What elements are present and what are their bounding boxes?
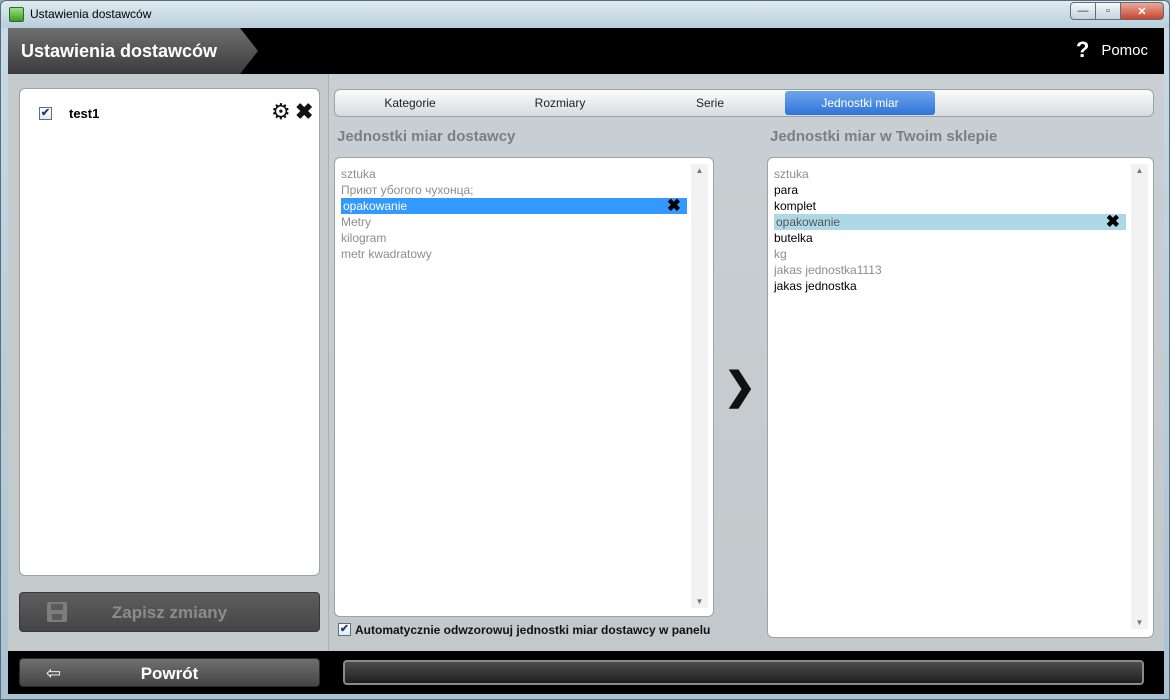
auto-map-label: Automatycznie odwzorowuj jednostki miar … bbox=[355, 623, 711, 637]
tab-kategorie[interactable]: Kategorie bbox=[335, 91, 485, 115]
back-button[interactable]: ⇦ Powrót bbox=[19, 658, 320, 687]
tab-serie[interactable]: Serie bbox=[635, 91, 785, 115]
supplier-checkbox[interactable]: ✔ bbox=[39, 107, 52, 120]
supplier-units-title: Jednostki miar dostawcy bbox=[337, 128, 516, 145]
list-item[interactable]: komplet bbox=[774, 198, 1126, 214]
scroll-down-icon[interactable]: ▼ bbox=[691, 597, 708, 606]
shop-units-title: Jednostki miar w Twoim sklepie bbox=[770, 128, 998, 145]
save-button[interactable]: Zapisz zmiany bbox=[19, 592, 320, 632]
list-item[interactable]: para bbox=[774, 182, 1126, 198]
scroll-up-icon[interactable]: ▲ bbox=[691, 166, 708, 175]
app-window: Ustawienia dostawców — ▫ ✕ Ustawienia do… bbox=[0, 0, 1170, 700]
help-button[interactable]: ? Pomoc bbox=[1075, 37, 1148, 62]
page-title: Ustawienia dostawców bbox=[21, 41, 218, 61]
list-item[interactable]: butelka bbox=[774, 230, 1126, 246]
auto-map-checkbox[interactable]: ✔ bbox=[338, 623, 351, 636]
scroll-down-icon[interactable]: ▼ bbox=[1131, 618, 1148, 627]
remove-icon[interactable]: ✖ bbox=[667, 197, 681, 214]
supplier-name: test1 bbox=[69, 106, 100, 121]
tab-jednostki-miar[interactable]: Jednostki miar bbox=[785, 91, 935, 115]
back-button-label: Powrót bbox=[140, 664, 199, 683]
header-title-tab: Ustawienia dostawców bbox=[8, 28, 258, 74]
list-item[interactable]: jakas jednostka bbox=[774, 278, 1126, 294]
progress-bar bbox=[343, 660, 1144, 685]
title-bar[interactable]: Ustawienia dostawców — ▫ ✕ bbox=[1, 1, 1169, 28]
save-button-label: Zapisz zmiany bbox=[111, 603, 228, 622]
scrollbar[interactable]: ▲ ▼ bbox=[1131, 164, 1148, 629]
maximize-button[interactable]: ▫ bbox=[1095, 2, 1121, 20]
mapping-pane: Kategorie Rozmiary Serie Jednostki miar … bbox=[328, 74, 1164, 651]
map-arrow-icon[interactable]: ❯ bbox=[724, 364, 756, 409]
list-item[interactable]: jakas jednostka1113 bbox=[774, 262, 1126, 278]
remove-icon[interactable]: ✖ bbox=[1106, 213, 1120, 230]
shop-units-list[interactable]: sztuka para komplet opakowanie ✖ butelka… bbox=[767, 157, 1154, 638]
scrollbar[interactable]: ▲ ▼ bbox=[691, 164, 708, 608]
header-bar: Ustawienia dostawców ? Pomoc bbox=[8, 28, 1164, 74]
app-icon bbox=[9, 7, 24, 22]
client-area: Ustawienia dostawców ? Pomoc ✔ test1 ⚙ ✖… bbox=[8, 28, 1164, 694]
gear-icon[interactable]: ⚙ bbox=[271, 101, 291, 123]
tab-rozmiary[interactable]: Rozmiary bbox=[485, 91, 635, 115]
list-item[interactable]: kilogram bbox=[341, 230, 687, 246]
help-label: Pomoc bbox=[1101, 41, 1148, 59]
list-item[interactable]: sztuka bbox=[341, 166, 687, 182]
list-item[interactable]: metr kwadratowy bbox=[341, 246, 687, 262]
list-item-label: opakowanie bbox=[776, 215, 841, 229]
list-item[interactable]: Metry bbox=[341, 214, 687, 230]
list-item[interactable]: sztuka bbox=[774, 166, 1126, 182]
supplier-item[interactable]: ✔ test1 ⚙ ✖ bbox=[39, 101, 313, 124]
list-item-selected[interactable]: opakowanie ✖ bbox=[774, 213, 1126, 230]
close-button[interactable]: ✕ bbox=[1120, 2, 1164, 20]
list-item-selected[interactable]: opakowanie ✖ bbox=[341, 197, 687, 214]
list-item-label: opakowanie bbox=[343, 199, 408, 213]
scroll-up-icon[interactable]: ▲ bbox=[1131, 166, 1148, 175]
minimize-button[interactable]: — bbox=[1070, 2, 1096, 20]
supplier-units-list[interactable]: sztuka Приют убогого чухонца; opakowanie… bbox=[334, 157, 714, 617]
help-icon: ? bbox=[1075, 37, 1090, 62]
list-item[interactable]: kg bbox=[774, 246, 1126, 262]
window-title: Ustawienia dostawców bbox=[30, 7, 152, 21]
footer-bar: ⇦ Powrót bbox=[8, 651, 1164, 694]
tab-bar: Kategorie Rozmiary Serie Jednostki miar bbox=[334, 89, 1154, 117]
supplier-list[interactable]: ✔ test1 ⚙ ✖ bbox=[19, 88, 320, 576]
delete-icon[interactable]: ✖ bbox=[295, 101, 313, 123]
list-item[interactable]: Приют убогого чухонца; bbox=[341, 182, 687, 198]
suppliers-pane: ✔ test1 ⚙ ✖ Zapisz zmiany bbox=[8, 74, 328, 651]
window-controls: — ▫ ✕ bbox=[1070, 2, 1164, 20]
